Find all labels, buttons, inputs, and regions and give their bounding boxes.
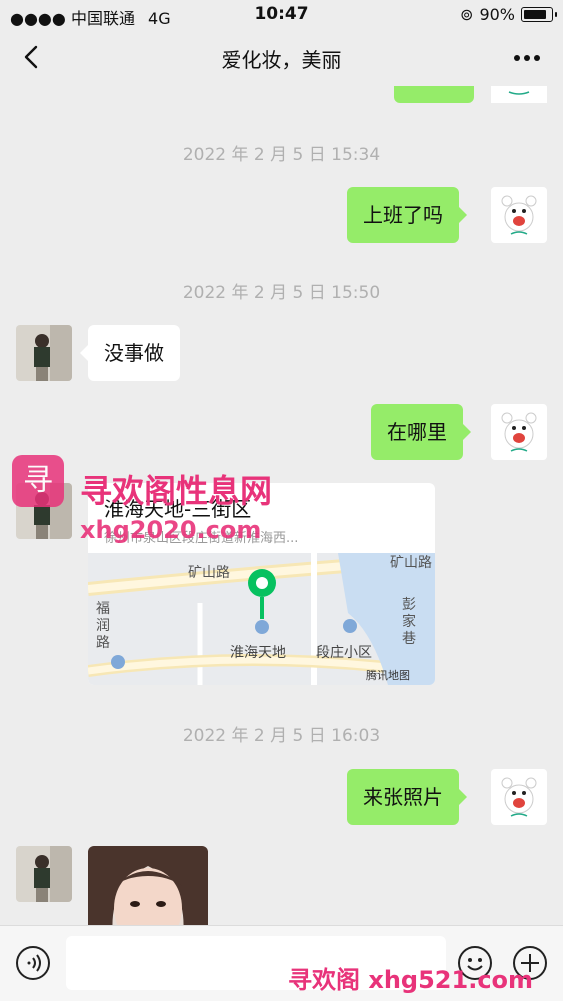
map-preview: 矿山路 矿山路 福润路 彭家巷 淮海天地 段庄小区 腾讯地图 [88, 553, 435, 685]
timestamp: 2022 年 2 月 5 日 15:34 [182, 145, 381, 165]
my-message-bubble[interactable]: 上班了吗 [347, 187, 467, 243]
contact-message-bubble[interactable]: 没事做 [80, 325, 180, 381]
person-photo-icon [16, 846, 72, 902]
map-label: 彭家巷 [402, 597, 416, 647]
bear-avatar-icon [491, 187, 547, 243]
my-avatar-partial [491, 86, 547, 103]
location-card[interactable]: 淮海天地-三街区 徐州市泉山区段庄街道新淮海西... 矿山路 矿山路 福润路 彭… [88, 483, 435, 685]
more-dots-icon[interactable] [509, 48, 545, 68]
timestamp: 2022 年 2 月 5 日 15:50 [182, 283, 381, 303]
selfie-photo [88, 846, 208, 936]
photo-message[interactable] [88, 846, 208, 936]
nav-bar: 爱化妆，美丽 [0, 30, 563, 86]
map-label: 淮海天地 [230, 645, 286, 661]
battery-group: ⊚ 90% [460, 5, 557, 24]
map-label: 矿山路 [390, 555, 432, 571]
my-avatar[interactable] [491, 404, 547, 460]
previous-message-bubble [394, 86, 474, 103]
watermark-logo: 寻 [12, 455, 64, 507]
status-bar: ●●●● 中国联通 4G 10:47 ⊚ 90% [0, 0, 563, 30]
my-message-bubble[interactable]: 来张照片 [347, 769, 467, 825]
input-bar: 寻欢阁 xhg521.com [0, 925, 563, 1001]
bear-avatar-icon [491, 769, 547, 825]
watermark-bottom: 寻欢阁 xhg521.com [288, 966, 534, 994]
bear-avatar-icon [491, 404, 547, 460]
chat-title: 爱化妆，美丽 [221, 48, 342, 72]
person-photo-icon [16, 325, 72, 381]
map-label: 段庄小区 [316, 644, 372, 661]
map-label: 矿山路 [188, 565, 230, 581]
timestamp: 2022 年 2 月 5 日 16:03 [182, 726, 381, 746]
voice-icon[interactable] [16, 946, 50, 980]
map-label: 福润路 [96, 601, 110, 651]
my-message-bubble[interactable]: 在哪里 [371, 404, 471, 460]
contact-avatar[interactable] [16, 325, 72, 381]
my-avatar[interactable] [491, 769, 547, 825]
battery-percent: 90% [479, 5, 515, 24]
map-provider-label: 腾讯地图 [366, 668, 410, 682]
watermark-title: 寻欢阁性息网 [80, 472, 273, 510]
my-avatar[interactable] [491, 187, 547, 243]
battery-icon [521, 7, 557, 22]
watermark-url: xhg2020.com [80, 516, 262, 544]
contact-avatar[interactable] [16, 846, 72, 902]
rotation-lock-icon: ⊚ [460, 5, 474, 24]
